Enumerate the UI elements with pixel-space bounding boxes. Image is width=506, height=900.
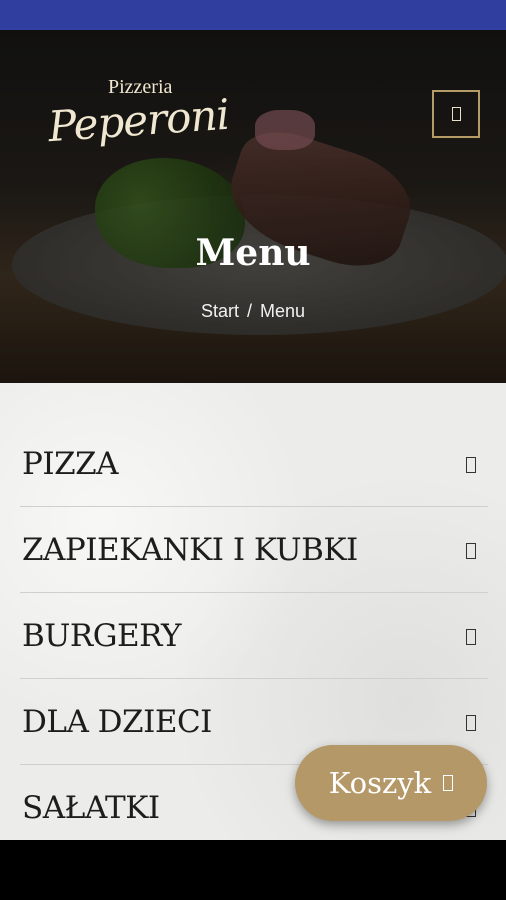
hero-banner: Pizzeria Peperoni Menu Start / Menu bbox=[0, 30, 506, 383]
category-label: ZAPIEKANKI I KUBKI bbox=[22, 532, 358, 568]
chevron-down-icon bbox=[466, 543, 476, 559]
breadcrumb-separator: / bbox=[246, 301, 252, 321]
cart-label: Koszyk bbox=[328, 766, 432, 800]
category-label: SAŁATKI bbox=[22, 790, 160, 826]
category-label: BURGERY bbox=[22, 618, 182, 654]
breadcrumb-current: Menu bbox=[260, 301, 306, 321]
cart-button[interactable]: Koszyk bbox=[295, 745, 487, 821]
category-zapiekanki-i-kubki[interactable]: ZAPIEKANKI I KUBKI bbox=[20, 507, 488, 593]
brand-logo[interactable]: Pizzeria Peperoni bbox=[22, 70, 231, 170]
category-label: DLA DZIECI bbox=[22, 704, 212, 740]
menu-toggle-button[interactable] bbox=[432, 90, 480, 138]
chevron-down-icon bbox=[466, 715, 476, 731]
status-bar bbox=[0, 0, 506, 30]
navigation-bar bbox=[0, 840, 506, 900]
page-title: Menu bbox=[195, 232, 311, 274]
cart-icon bbox=[443, 775, 454, 791]
category-burgery[interactable]: BURGERY bbox=[20, 593, 488, 679]
category-pizza[interactable]: PIZZA bbox=[20, 421, 488, 507]
chevron-down-icon bbox=[466, 457, 476, 473]
brand-line2: Peperoni bbox=[46, 89, 231, 152]
hamburger-menu-icon bbox=[451, 107, 461, 121]
breadcrumb: Start / Menu bbox=[0, 301, 506, 322]
category-label: PIZZA bbox=[22, 446, 119, 482]
chevron-down-icon bbox=[466, 629, 476, 645]
breadcrumb-home-link[interactable]: Start bbox=[201, 301, 239, 321]
